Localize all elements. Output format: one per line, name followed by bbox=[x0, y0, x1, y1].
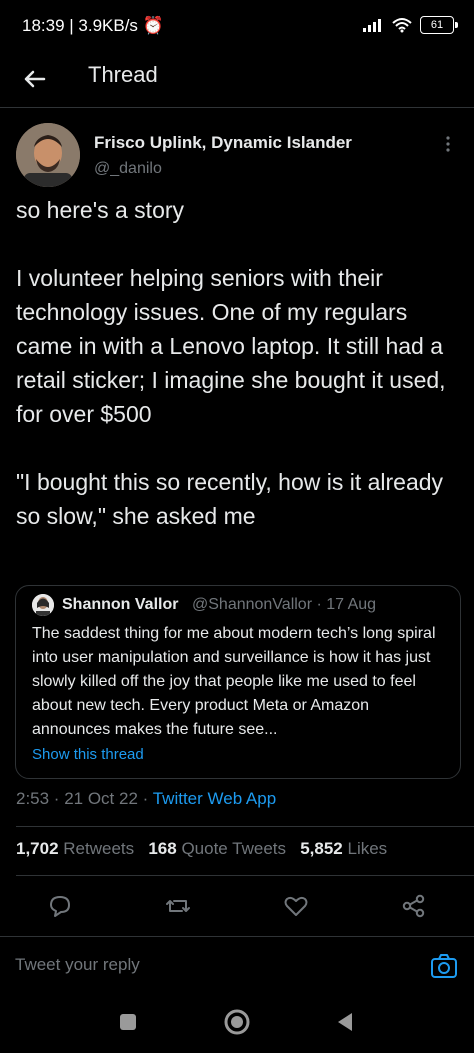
show-thread-link[interactable]: Show this thread bbox=[32, 746, 144, 763]
likes-label: Likes bbox=[347, 839, 388, 858]
divider bbox=[16, 875, 474, 876]
status-left: 18:39 | 3.9KB/s ⏰ bbox=[22, 16, 164, 35]
tweet-timestamp: 2:53 · 21 Oct 22 · Twitter Web App bbox=[16, 789, 276, 809]
wifi-icon bbox=[392, 18, 412, 33]
back-arrow-icon[interactable] bbox=[18, 62, 52, 96]
reply-input[interactable]: Tweet your reply bbox=[15, 955, 140, 975]
home-icon[interactable] bbox=[220, 1005, 254, 1039]
quote-tweet-card[interactable]: Shannon Vallor @ShannonVallor · 17 Aug T… bbox=[15, 585, 461, 779]
retweet-icon[interactable] bbox=[164, 892, 192, 920]
system-nav-bar bbox=[0, 993, 474, 1053]
quotes-label: Quote Tweets bbox=[181, 839, 287, 858]
divider bbox=[16, 826, 474, 827]
avatar[interactable] bbox=[16, 123, 80, 187]
tweet-time: 2:53 · 21 Oct 22 · bbox=[16, 789, 153, 808]
camera-icon[interactable] bbox=[428, 950, 460, 982]
retweets-label: Retweets bbox=[63, 839, 135, 858]
page-title: Thread bbox=[88, 62, 158, 87]
retweets-count: 1,702 bbox=[16, 839, 59, 858]
likes-count: 5,852 bbox=[300, 839, 343, 858]
signal-icon bbox=[363, 19, 381, 32]
quotes-stat[interactable]: 168 Quote Tweets bbox=[148, 839, 286, 858]
quote-author-name: Shannon Vallor bbox=[62, 596, 179, 613]
source-app-link[interactable]: Twitter Web App bbox=[153, 789, 276, 808]
reply-icon[interactable] bbox=[46, 892, 74, 920]
back-icon[interactable] bbox=[328, 1005, 362, 1039]
quote-author-handle: @ShannonVallor · 17 Aug bbox=[192, 596, 377, 613]
recents-icon[interactable] bbox=[111, 1005, 145, 1039]
battery-icon: 61 bbox=[420, 16, 458, 34]
quote-text: The saddest thing for me about modern te… bbox=[32, 625, 436, 738]
author-name[interactable]: Frisco Uplink, Dynamic Islander bbox=[94, 133, 352, 153]
engagement-stats: 1,702 Retweets 168 Quote Tweets 5,852 Li… bbox=[16, 839, 387, 859]
more-options-icon[interactable] bbox=[436, 134, 460, 154]
status-icons: 61 bbox=[362, 16, 458, 34]
status-bar: 18:39 | 3.9KB/s ⏰ 61 bbox=[0, 0, 474, 52]
author-handle[interactable]: @_danilo bbox=[94, 160, 162, 178]
action-bar bbox=[0, 884, 474, 930]
like-icon[interactable] bbox=[282, 892, 310, 920]
tweet-text: so here's a story I volunteer helping se… bbox=[16, 197, 446, 529]
likes-stat[interactable]: 5,852 Likes bbox=[300, 839, 387, 858]
quotes-count: 168 bbox=[148, 839, 177, 858]
quote-avatar bbox=[32, 594, 54, 616]
divider bbox=[0, 936, 474, 937]
top-bar: Thread bbox=[0, 52, 474, 108]
share-icon[interactable] bbox=[400, 892, 428, 920]
retweets-stat[interactable]: 1,702 Retweets bbox=[16, 839, 134, 858]
